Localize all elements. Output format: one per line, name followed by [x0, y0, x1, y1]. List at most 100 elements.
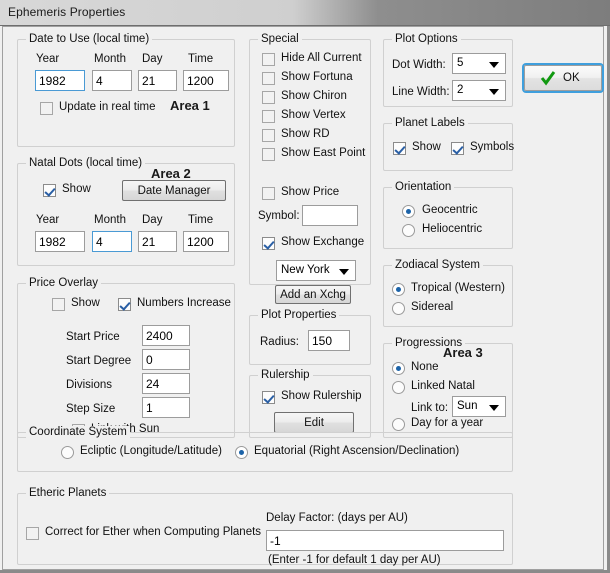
zodiac-sidereal-radio[interactable]: [392, 302, 405, 315]
zodiacal-system-group: Zodiacal System Tropical (Western) Sider…: [383, 259, 513, 327]
correct-for-ether-label: Correct for Ether when Computing Planets: [45, 526, 262, 538]
planet-labels-legend: Planet Labels: [392, 117, 468, 129]
chevron-down-icon: [489, 62, 499, 68]
natal-year-input[interactable]: [35, 231, 85, 252]
chevron-down-icon: [489, 405, 499, 411]
date-year-label: Year: [36, 53, 60, 65]
symbol-input[interactable]: [302, 205, 358, 226]
start-price-label: Start Price: [66, 331, 120, 343]
natal-day-input[interactable]: [138, 231, 177, 252]
rulership-legend: Rulership: [258, 369, 313, 381]
orientation-geocentric-label: Geocentric: [422, 204, 478, 216]
show-exchange-label: Show Exchange: [281, 236, 365, 248]
date-manager-button[interactable]: Date Manager: [122, 180, 226, 201]
delay-factor-hint: (Enter -1 for default 1 day per AU): [268, 554, 441, 566]
progressions-day-for-year-radio[interactable]: [392, 418, 405, 431]
planet-labels-symbols-label: Symbols: [470, 141, 515, 153]
zodiac-sidereal-label: Sidereal: [411, 301, 454, 313]
plot-properties-group: Plot Properties Radius:: [249, 309, 371, 365]
step-size-input[interactable]: [142, 397, 190, 418]
price-show-checkbox[interactable]: [52, 298, 65, 311]
show-rulership-label: Show Rulership: [281, 390, 362, 402]
ok-button[interactable]: OK: [524, 65, 602, 91]
start-price-input[interactable]: [142, 325, 190, 346]
show-vertex-label: Show Vertex: [281, 109, 346, 121]
show-chiron-checkbox[interactable]: [262, 91, 275, 104]
show-rulership-checkbox[interactable]: [262, 391, 275, 404]
natal-time-input[interactable]: [183, 231, 229, 252]
show-price-checkbox[interactable]: [262, 187, 275, 200]
correct-for-ether-checkbox[interactable]: [26, 527, 39, 540]
coordinate-system-group: Coordinate System Ecliptic (Longitude/La…: [17, 426, 513, 472]
progressions-linked-natal-label: Linked Natal: [411, 380, 475, 392]
show-vertex-checkbox[interactable]: [262, 110, 275, 123]
delay-factor-input[interactable]: [266, 530, 504, 551]
edit-rulership-button[interactable]: Edit: [274, 412, 354, 433]
natal-show-checkbox[interactable]: [43, 184, 56, 197]
natal-month-label: Month: [94, 214, 126, 226]
plot-properties-legend: Plot Properties: [258, 309, 340, 321]
natal-time-label: Time: [188, 214, 214, 226]
link-to-value: Sun: [457, 400, 478, 412]
chevron-down-icon: [489, 89, 499, 95]
natal-dots-legend: Natal Dots (local time): [26, 157, 146, 169]
check-icon: [540, 71, 556, 86]
show-chiron-label: Show Chiron: [281, 90, 347, 102]
date-month-input[interactable]: [92, 70, 132, 91]
special-group: Special Hide All Current Show Fortuna Sh…: [249, 33, 371, 285]
zodiacal-system-legend: Zodiacal System: [392, 259, 484, 271]
show-rd-checkbox[interactable]: [262, 129, 275, 142]
show-east-point-label: Show East Point: [281, 147, 366, 159]
link-to-select[interactable]: Sun: [452, 396, 506, 417]
line-width-label: Line Width:: [392, 86, 450, 98]
etheric-planets-group: Etheric Planets Correct for Ether when C…: [17, 487, 513, 566]
price-overlay-group: Price Overlay Show Numbers Increase Star…: [17, 277, 235, 438]
link-to-label: Link to:: [411, 402, 449, 414]
zodiac-tropical-radio[interactable]: [392, 283, 405, 296]
show-exchange-checkbox[interactable]: [262, 237, 275, 250]
hide-all-current-checkbox[interactable]: [262, 53, 275, 66]
price-overlay-legend: Price Overlay: [26, 277, 102, 289]
update-realtime-label: Update in real time: [59, 101, 156, 113]
orientation-geocentric-radio[interactable]: [402, 205, 415, 218]
area-3-tag: Area 3: [443, 345, 483, 360]
radius-input[interactable]: [308, 330, 350, 351]
date-time-input[interactable]: [183, 70, 229, 91]
natal-show-label: Show: [62, 183, 91, 195]
update-realtime-checkbox[interactable]: [40, 102, 53, 115]
date-time-label: Time: [188, 53, 214, 65]
price-show-label: Show: [71, 297, 100, 309]
date-year-input[interactable]: [35, 70, 85, 91]
coordinate-equatorial-radio[interactable]: [235, 446, 248, 459]
coordinate-ecliptic-radio[interactable]: [61, 446, 74, 459]
show-price-label: Show Price: [281, 186, 340, 198]
orientation-group: Orientation Geocentric Heliocentric: [383, 181, 513, 249]
line-width-select[interactable]: 2: [452, 80, 506, 101]
progressions-linked-natal-radio[interactable]: [392, 381, 405, 394]
planet-labels-show-label: Show: [412, 141, 441, 153]
date-day-input[interactable]: [138, 70, 177, 91]
exchange-select[interactable]: New York: [276, 260, 356, 281]
orientation-heliocentric-label: Heliocentric: [422, 223, 483, 235]
natal-month-input[interactable]: [92, 231, 132, 252]
divisions-input[interactable]: [142, 373, 190, 394]
area-1-tag: Area 1: [170, 98, 210, 113]
title-bar: Ephemeris Properties: [0, 0, 610, 26]
chevron-down-icon: [339, 269, 349, 275]
line-width-value: 2: [457, 84, 464, 96]
planet-labels-symbols-checkbox[interactable]: [451, 142, 464, 155]
orientation-heliocentric-radio[interactable]: [402, 224, 415, 237]
numbers-increase-checkbox[interactable]: [118, 298, 131, 311]
show-east-point-checkbox[interactable]: [262, 148, 275, 161]
show-fortuna-checkbox[interactable]: [262, 72, 275, 85]
area-2-tag: Area 2: [151, 166, 191, 181]
plot-options-group: Plot Options Dot Width: 5 Line Width: 2: [383, 33, 513, 107]
coordinate-equatorial-label: Equatorial (Right Ascension/Declination): [254, 445, 460, 457]
planet-labels-show-checkbox[interactable]: [393, 142, 406, 155]
dot-width-select[interactable]: 5: [452, 53, 506, 74]
step-size-label: Step Size: [66, 403, 116, 415]
add-exchange-button[interactable]: Add an Xchg: [275, 285, 351, 304]
start-degree-input[interactable]: [142, 349, 190, 370]
special-legend: Special: [258, 33, 302, 45]
progressions-none-radio[interactable]: [392, 362, 405, 375]
